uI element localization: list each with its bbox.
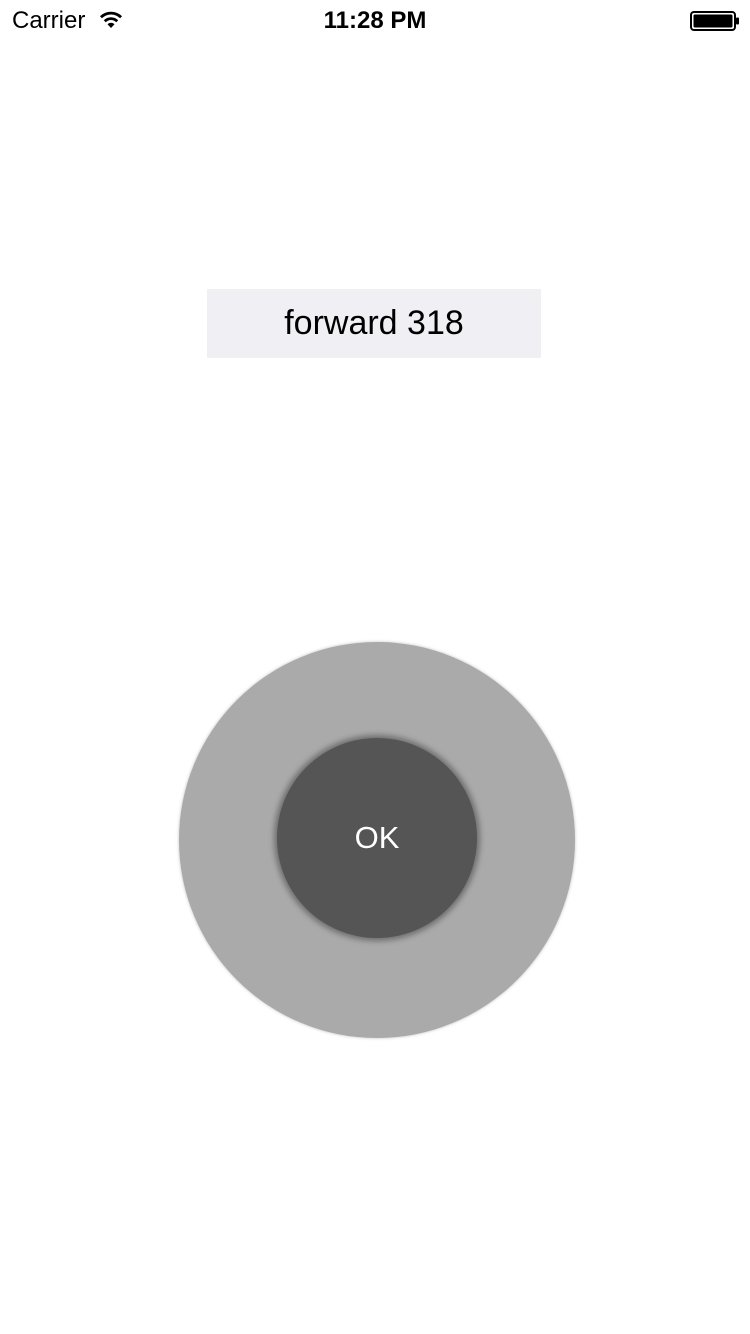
clock: 11:28 PM — [323, 7, 427, 34]
battery-icon — [690, 11, 740, 31]
command-label: forward 318 — [207, 289, 541, 358]
joystick-pad[interactable]: OK — [179, 642, 575, 1038]
status-bar: Carrier 11:28 PM — [0, 0, 750, 40]
screen: Carrier 11:28 PM forward 318 OK — [0, 0, 750, 1334]
ok-button[interactable]: OK — [277, 738, 477, 938]
ok-button-label: OK — [354, 820, 400, 855]
